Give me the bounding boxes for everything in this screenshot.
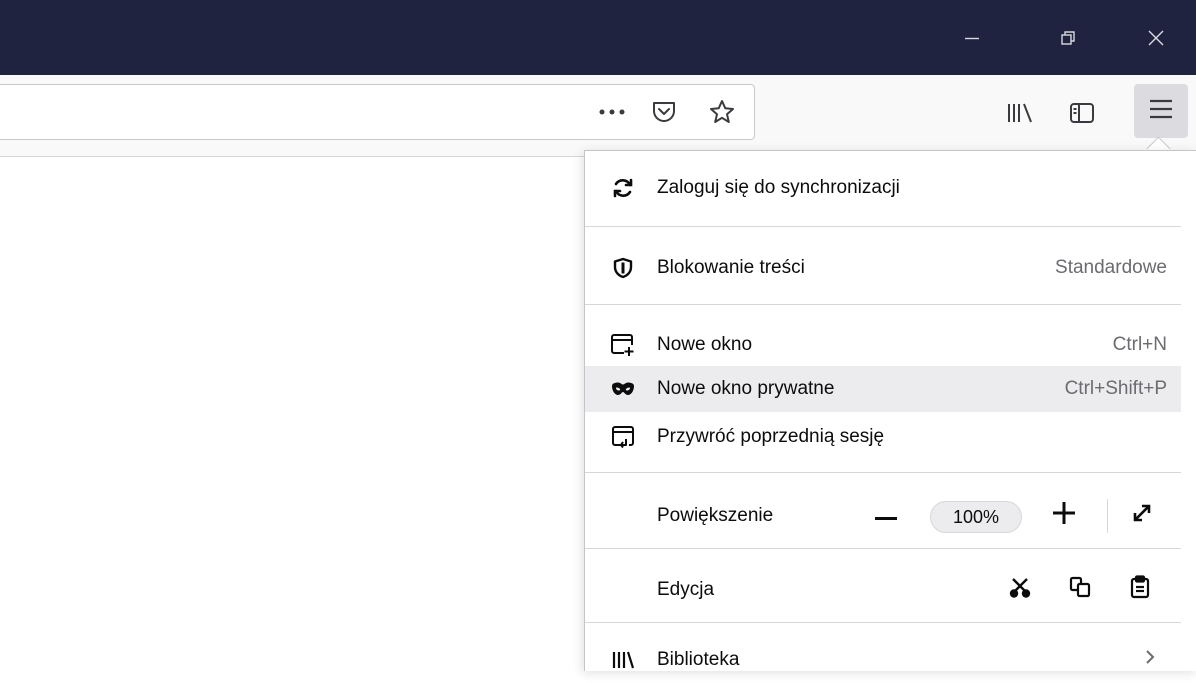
close-icon (1148, 30, 1164, 46)
library-button[interactable] (1000, 95, 1040, 131)
minus-icon (875, 505, 897, 527)
library-icon (609, 646, 637, 674)
close-button[interactable] (1128, 0, 1184, 75)
minimize-icon (964, 30, 980, 46)
zoom-in-button[interactable] (1049, 502, 1079, 530)
zoom-reset-button[interactable]: 100% (930, 501, 1022, 533)
library-label: Biblioteka (657, 649, 740, 670)
new-window-label: Nowe okno (657, 334, 753, 355)
url-bar[interactable] (0, 84, 755, 140)
nav-toolbar (0, 75, 1196, 157)
sidebar-button[interactable] (1062, 95, 1102, 131)
edit-label: Edycja (657, 579, 715, 600)
paste-button[interactable] (1123, 575, 1157, 605)
sync-icon (609, 174, 637, 202)
fullscreen-button[interactable] (1125, 501, 1159, 531)
separator (585, 472, 1181, 473)
menu-item-zoom: Powiększenie 100% (585, 491, 1181, 541)
hamburger-icon (1148, 98, 1174, 125)
sync-label: Zaloguj się do synchronizacji (657, 177, 900, 198)
content-blocking-label: Blokowanie treści (657, 257, 805, 278)
menu-item-private-window[interactable]: Nowe okno prywatne Ctrl+Shift+P (585, 366, 1181, 412)
open-menu-button[interactable] (1134, 84, 1188, 138)
copy-icon (1069, 576, 1091, 604)
library-icon (1005, 101, 1035, 125)
pocket-icon (651, 99, 677, 125)
content-blocking-value: Standardowe (1055, 257, 1167, 278)
star-icon (708, 98, 736, 126)
pocket-button[interactable] (646, 94, 682, 130)
fullscreen-icon (1131, 502, 1153, 530)
page-actions-button[interactable] (594, 97, 630, 127)
scissors-icon (1009, 576, 1031, 604)
app-menu-panel: Zaloguj się do synchronizacji Blokowanie… (584, 150, 1196, 671)
title-bar (0, 0, 1196, 75)
sidebar-icon (1069, 102, 1095, 124)
private-window-shortcut: Ctrl+Shift+P (1064, 378, 1167, 399)
more-dots-icon (598, 108, 626, 116)
restore-button[interactable] (1040, 0, 1096, 75)
new-window-shortcut: Ctrl+N (1112, 334, 1167, 355)
chevron-right-icon (1145, 649, 1155, 671)
new-window-icon (609, 331, 637, 359)
zoom-divider (1107, 499, 1108, 533)
menu-item-content-blocking[interactable]: Blokowanie treści Standardowe (585, 245, 1181, 291)
menu-item-new-window[interactable]: Nowe okno Ctrl+N (585, 322, 1181, 368)
menu-item-sync[interactable]: Zaloguj się do synchronizacji (585, 165, 1181, 211)
separator (585, 548, 1181, 549)
restore-session-label: Przywróć poprzednią sesję (657, 426, 885, 447)
clipboard-icon (1130, 575, 1150, 605)
restore-icon (1060, 30, 1076, 46)
cut-button[interactable] (1003, 575, 1037, 605)
separator (585, 622, 1181, 623)
shield-icon (609, 254, 637, 282)
copy-button[interactable] (1063, 575, 1097, 605)
private-window-label: Nowe okno prywatne (657, 378, 835, 399)
minimize-button[interactable] (944, 0, 1000, 75)
zoom-out-button[interactable] (871, 503, 901, 529)
menu-item-library[interactable]: Biblioteka (585, 637, 1181, 683)
separator (585, 226, 1181, 227)
zoom-label: Powiększenie (657, 505, 774, 526)
separator (585, 304, 1181, 305)
private-mask-icon (609, 375, 637, 403)
menu-item-restore-session[interactable]: Przywróć poprzednią sesję (585, 414, 1181, 460)
bookmark-star-button[interactable] (702, 93, 742, 131)
plus-icon (1053, 502, 1075, 530)
restore-session-icon (609, 423, 637, 451)
menu-item-edit: Edycja (585, 565, 1181, 615)
